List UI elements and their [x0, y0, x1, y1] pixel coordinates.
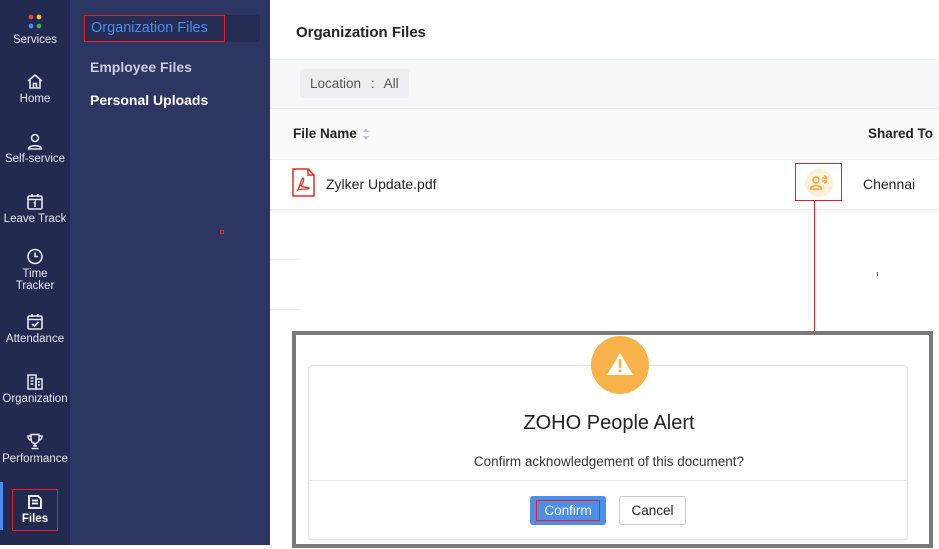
shared-to-value: Chennai	[863, 176, 916, 192]
marker-dot	[220, 230, 224, 234]
sidebar-item-personal-uploads[interactable]: Personal Uploads	[90, 92, 208, 108]
page-header: Organization Files	[270, 0, 939, 60]
rail-item-label: Self-service	[4, 153, 66, 165]
divider	[270, 309, 300, 310]
filter-value: All	[383, 76, 399, 91]
column-header-shared-to[interactable]: Shared To	[868, 126, 933, 141]
user-icon	[27, 133, 43, 150]
trophy-icon	[27, 433, 43, 450]
files-sidebar: Organization Files Employee Files Person…	[70, 0, 270, 545]
rail-item-services[interactable]: Services	[0, 13, 70, 46]
clock-icon	[27, 248, 43, 265]
dialog-title: ZOHO People Alert	[523, 412, 695, 434]
calendar-icon	[27, 194, 43, 210]
table-header: File Name Shared To	[270, 110, 939, 160]
confirm-button[interactable]: Confirm	[530, 496, 606, 525]
home-icon	[27, 73, 43, 89]
sidebar-item-label: Employee Files	[90, 59, 192, 75]
calendar-check-icon	[27, 314, 43, 330]
annotation-line	[814, 201, 815, 331]
location-filter[interactable]: Location : All	[300, 69, 409, 98]
sidebar-item-employee-files[interactable]: Employee Files	[90, 59, 192, 75]
dialog-footer: Confirm Cancel	[309, 480, 907, 540]
rail-item-label: Home	[19, 93, 51, 105]
rail-item-attendance[interactable]: Attendance	[0, 313, 70, 345]
rail-item-label: Attendance	[5, 333, 65, 345]
file-name[interactable]: Zylker Update.pdf	[326, 176, 437, 192]
rail-item-organization[interactable]: Organization	[0, 373, 70, 405]
filter-label: Location	[310, 76, 362, 91]
user-share-icon	[809, 174, 828, 190]
rail-item-label: Performance	[2, 453, 68, 465]
filter-bar: Location : All	[270, 61, 939, 109]
sidebar-item-label: Organization Files	[84, 15, 225, 42]
rail-item-performance[interactable]: Performance	[0, 433, 70, 465]
column-header-file-name[interactable]: File Name	[293, 126, 357, 141]
rail-item-label-line1: Time	[22, 268, 48, 280]
warning-icon	[607, 353, 633, 375]
rail-item-label: Organization	[2, 393, 68, 405]
rail-item-time-tracker[interactable]: Time Tracker	[0, 248, 70, 292]
sidebar-item-organization-files[interactable]: Organization Files	[84, 15, 260, 42]
alert-badge	[591, 336, 649, 394]
cancel-button[interactable]: Cancel	[619, 496, 686, 525]
building-icon	[27, 374, 43, 390]
shared-users-button[interactable]	[795, 163, 842, 201]
services-icon	[28, 14, 42, 29]
alert-dialog: ZOHO People Alert Confirm acknowledgemen…	[308, 336, 908, 540]
rail-item-label: Leave Track	[3, 213, 67, 225]
page-title: Organization Files	[296, 24, 427, 41]
main-nav-rail: Services Home Self-service Leave Track T…	[0, 0, 70, 545]
rail-item-label-line2: Tracker	[15, 280, 55, 292]
sort-icon[interactable]	[362, 127, 370, 141]
annotation-mark	[877, 272, 878, 276]
filter-separator: :	[370, 76, 375, 91]
rail-item-leave-track[interactable]: Leave Track	[0, 193, 70, 225]
share-icon-bg	[805, 169, 833, 197]
table-row[interactable]: Zylker Update.pdf Chennai	[270, 160, 939, 210]
dialog-message: Confirm acknowledgement of this document…	[473, 454, 745, 469]
confirm-button-label: Confirm	[536, 500, 600, 521]
rail-item-self-service[interactable]: Self-service	[0, 133, 70, 165]
highlight-box	[12, 489, 58, 531]
modal-overlay: ZOHO People Alert Confirm acknowledgemen…	[292, 331, 933, 548]
app-window: Services Home Self-service Leave Track T…	[0, 0, 939, 549]
sidebar-item-label: Personal Uploads	[90, 92, 209, 108]
rail-item-label: Services	[12, 34, 58, 46]
pdf-icon	[292, 168, 315, 197]
rail-item-home[interactable]: Home	[0, 73, 70, 105]
divider	[270, 259, 300, 260]
